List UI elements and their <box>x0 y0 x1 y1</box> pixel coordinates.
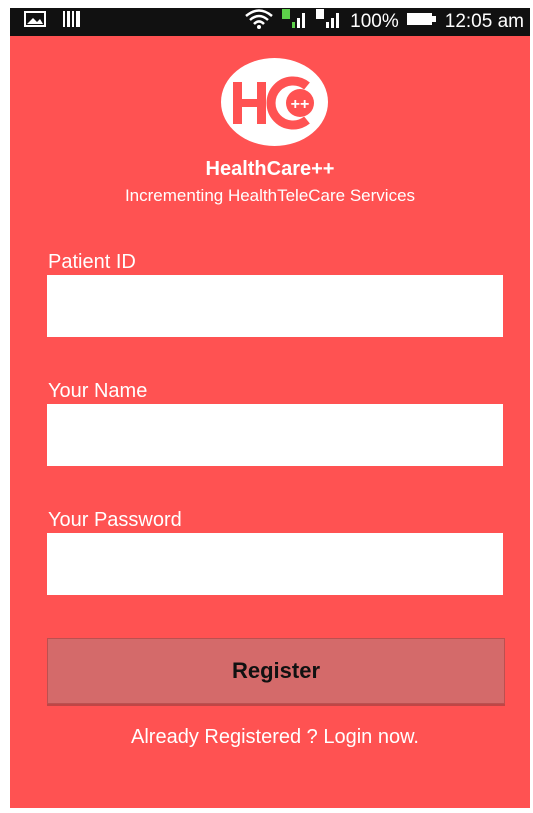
hc-logo-icon: ++ <box>232 76 314 130</box>
wifi-icon <box>244 9 274 35</box>
app-subtitle: Incrementing HealthTeleCare Services <box>124 186 416 205</box>
clock: 12:05 am <box>444 11 524 32</box>
sim1-signal-icon <box>282 9 308 35</box>
name-label: Your Name <box>48 380 148 402</box>
image-icon <box>24 11 46 33</box>
app-logo: ++ <box>221 58 328 146</box>
battery-percent: 100% <box>350 11 399 32</box>
register-button[interactable]: Register <box>47 638 505 704</box>
battery-icon <box>406 11 437 33</box>
app-screen: 100% 12:05 am ++ HealthCare++ Incrementi… <box>10 8 530 808</box>
login-link[interactable]: Already Registered ? Login now. <box>10 726 530 749</box>
logo-plus-text: ++ <box>290 96 309 113</box>
patient-id-input[interactable] <box>47 275 503 337</box>
status-bar: 100% 12:05 am <box>10 8 530 36</box>
patient-id-label: Patient ID <box>48 251 136 273</box>
password-input[interactable] <box>47 533 503 595</box>
app-title: HealthCare++ <box>205 158 335 180</box>
password-label: Your Password <box>48 509 182 531</box>
barcode-icon <box>62 10 82 34</box>
name-input[interactable] <box>47 404 503 466</box>
sim2-signal-icon <box>316 9 342 35</box>
